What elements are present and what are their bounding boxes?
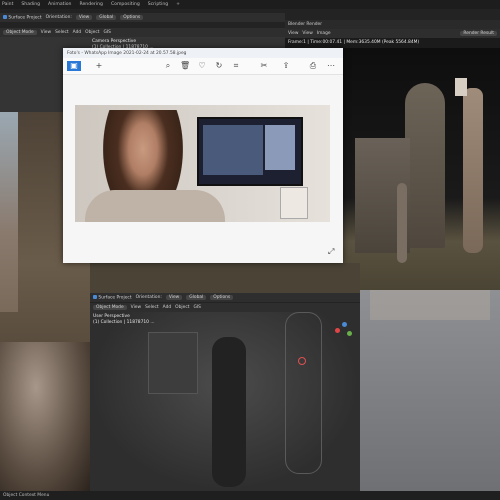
render-result-select[interactable]: Render Result	[460, 31, 497, 36]
snap-checkbox-icon	[3, 14, 7, 19]
bottom-object-mode-select[interactable]: Object Mode	[93, 305, 127, 310]
bottom-view-menu[interactable]: View	[131, 305, 141, 310]
navigation-gizmo[interactable]	[335, 322, 353, 340]
monitor-screen	[197, 117, 303, 186]
photos-titlebar: Foto's - WhatsApp Image 2021-02-24 at 20…	[63, 48, 343, 58]
render-image-menu[interactable]: Image	[317, 31, 331, 36]
photos-toolbar: ▣ + ⌕ 🗑 ♡ ↻ ⌗ ✂ ⇪ ⎙ ⋯	[63, 58, 343, 75]
photos-window-title: Foto's - WhatsApp Image 2021-02-24 at 20…	[67, 50, 187, 56]
3d-cursor-icon[interactable]	[298, 357, 306, 365]
mid-ground-strip	[90, 263, 360, 293]
render-window-menubar: View View Image Render Result	[285, 29, 500, 38]
more-icon[interactable]: ⋯	[326, 61, 336, 71]
photo-image	[75, 105, 330, 222]
top-viewport-header: Surface Project Orientation: View Global…	[0, 13, 285, 22]
bottom-options-button[interactable]: Options	[210, 295, 234, 300]
render-stats-text: Frame:1 | Time:00:07.41 | Mem:3635.40M (…	[288, 40, 420, 45]
bottom-viewport-header: Surface Project Orientation: View Global…	[90, 293, 360, 302]
top-gis-menu[interactable]: GIS	[103, 30, 110, 35]
status-text: Object Context Menu	[3, 493, 50, 498]
top-select-menu[interactable]: Select	[55, 30, 69, 35]
bottom-viewport-mode-bar: Object Mode View Select Add Object GIS	[90, 303, 360, 312]
bottom-add-menu[interactable]: Add	[163, 305, 172, 310]
wireframe-statue-figure	[212, 337, 246, 487]
image-icon[interactable]: ▣	[67, 61, 81, 71]
bottom-right-viewport[interactable]	[360, 290, 500, 491]
top-object-mode-select[interactable]: Object Mode	[3, 30, 37, 35]
top-orientation-select[interactable]: View	[75, 15, 93, 20]
menu-add-workspace[interactable]: +	[176, 2, 180, 7]
bottom-orientation-select[interactable]: View	[165, 295, 183, 300]
wireframe-pedestal	[148, 332, 198, 394]
plus-icon[interactable]: +	[94, 61, 104, 71]
top-transform-select[interactable]: Global	[96, 15, 117, 20]
status-bar: Object Context Menu	[0, 491, 500, 500]
top-add-menu[interactable]: Add	[73, 30, 82, 35]
expand-icon[interactable]: ⤢	[328, 248, 336, 256]
menu-compositing[interactable]: Compositing	[111, 2, 140, 7]
crop-icon[interactable]: ⌗	[231, 61, 241, 71]
trash-icon[interactable]: 🗑	[180, 61, 190, 71]
monitor-content-left	[203, 125, 263, 175]
framed-picture	[280, 187, 308, 219]
top-viewport-mode-bar: Object Mode View Select Add Object GIS	[0, 28, 285, 37]
top-object-menu[interactable]: Object	[85, 30, 99, 35]
top-menu-bar: Paint Shading Animation Rendering Compos…	[0, 0, 500, 9]
gizmo-x-icon[interactable]	[335, 328, 340, 333]
bottom-object-menu[interactable]: Object	[175, 305, 189, 310]
menu-paint[interactable]: Paint	[2, 2, 13, 7]
top-options-button[interactable]: Options	[120, 15, 144, 20]
statue-closeup	[0, 342, 90, 492]
menu-animation[interactable]: Animation	[48, 2, 71, 7]
zoom-icon[interactable]: ⌕	[163, 61, 173, 71]
bottom-gis-menu[interactable]: GIS	[193, 305, 200, 310]
stone-arch	[405, 83, 445, 248]
bottom-snap-checkbox-icon	[93, 294, 97, 299]
gizmo-y-icon[interactable]	[347, 331, 352, 336]
share-icon[interactable]: ⇪	[281, 61, 291, 71]
bottom-select-menu[interactable]: Select	[145, 305, 159, 310]
left-landscape-image	[0, 112, 18, 312]
print-icon[interactable]: ⎙	[308, 61, 318, 71]
render-view2-menu[interactable]: View	[302, 31, 312, 36]
bottom-orientation-label: Orientation:	[135, 295, 162, 300]
bottom-viewport-canvas[interactable]	[90, 312, 360, 491]
gizmo-z-icon[interactable]	[342, 322, 347, 327]
statue-figure-right	[463, 88, 483, 253]
render-window-title: Blender Render	[288, 22, 323, 27]
statue-figure-left	[397, 183, 407, 263]
distant-statues	[370, 290, 490, 320]
render-window-titlebar: Blender Render	[285, 20, 500, 29]
menu-rendering[interactable]: Rendering	[79, 2, 102, 7]
heart-icon[interactable]: ♡	[197, 61, 207, 71]
wireframe-statue-outline	[285, 312, 322, 474]
menu-shading[interactable]: Shading	[21, 2, 40, 7]
bottom-transform-select[interactable]: Global	[186, 295, 207, 300]
edit-icon[interactable]: ✂	[259, 61, 269, 71]
top-snap-label[interactable]: Surface Project	[3, 14, 42, 20]
top-view-menu[interactable]: View	[41, 30, 51, 35]
bottom-collection-label: (1) Collection | 11878710 ...	[93, 320, 155, 325]
reference-photo-thumb	[455, 78, 467, 96]
photos-app-window: Foto's - WhatsApp Image 2021-02-24 at 20…	[63, 48, 343, 263]
menu-scripting[interactable]: Scripting	[148, 2, 168, 7]
render-view-menu[interactable]: View	[288, 31, 298, 36]
person-shirt	[85, 190, 225, 222]
top-orientation-label: Orientation:	[45, 15, 72, 20]
monitor-content-right	[265, 125, 295, 170]
bottom-snap-label[interactable]: Surface Project	[93, 294, 132, 300]
rotate-icon[interactable]: ↻	[214, 61, 224, 71]
